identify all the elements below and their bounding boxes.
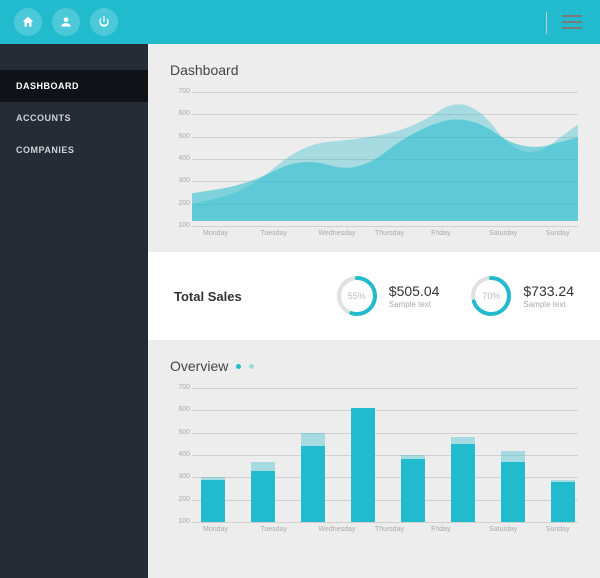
section-title: Dashboard — [170, 62, 578, 78]
area-chart: 700600500400300200100 MondayTuesdayWedne… — [192, 92, 578, 242]
menu-button[interactable] — [558, 11, 586, 33]
metric-text: $505.04 Sample text — [389, 283, 440, 309]
metric-subtitle: Sample text — [389, 300, 440, 309]
progress-ring: 70% — [469, 274, 513, 318]
sidebar-item-label: DASHBOARD — [16, 81, 79, 91]
main-content: Dashboard 700600500400300200100 MondayTu… — [148, 44, 600, 578]
topbar-icon-group — [14, 8, 118, 36]
metric-subtitle: Sample text — [523, 300, 574, 309]
legend-dot-primary — [236, 364, 241, 369]
overview-title-text: Overview — [170, 358, 228, 374]
user-button[interactable] — [52, 8, 80, 36]
metric-value: $733.24 — [523, 283, 574, 299]
section-title: Overview — [170, 358, 578, 374]
metric-text: $733.24 Sample text — [523, 283, 574, 309]
total-sales-row: Total Sales 55% $505.04 Sample text 70% … — [148, 252, 600, 340]
legend-dot-secondary — [249, 364, 254, 369]
ring-percent: 70% — [469, 274, 513, 318]
menu-icon — [562, 15, 582, 17]
metric-1: 55% $505.04 Sample text — [335, 274, 440, 318]
topbar-divider — [546, 12, 547, 34]
sidebar-item-label: COMPANIES — [16, 145, 74, 155]
home-icon — [21, 15, 35, 29]
user-icon — [59, 15, 73, 29]
sidebar-item-label: ACCOUNTS — [16, 113, 71, 123]
progress-ring: 55% — [335, 274, 379, 318]
sidebar-item-accounts[interactable]: ACCOUNTS — [0, 102, 148, 134]
sidebar-item-companies[interactable]: COMPANIES — [0, 134, 148, 166]
metric-2: 70% $733.24 Sample text — [469, 274, 574, 318]
home-button[interactable] — [14, 8, 42, 36]
total-sales-title: Total Sales — [174, 289, 242, 304]
metric-value: $505.04 — [389, 283, 440, 299]
ring-percent: 55% — [335, 274, 379, 318]
sidebar-item-dashboard[interactable]: DASHBOARD — [0, 70, 148, 102]
sidebar: DASHBOARD ACCOUNTS COMPANIES — [0, 44, 148, 578]
power-icon — [97, 15, 111, 29]
overview-section: Overview 700600500400300200100 MondayTue… — [148, 340, 600, 548]
dashboard-section: Dashboard 700600500400300200100 MondayTu… — [148, 44, 600, 252]
bar-chart: 700600500400300200100 MondayTuesdayWedne… — [192, 388, 578, 538]
power-button[interactable] — [90, 8, 118, 36]
topbar — [0, 0, 600, 44]
